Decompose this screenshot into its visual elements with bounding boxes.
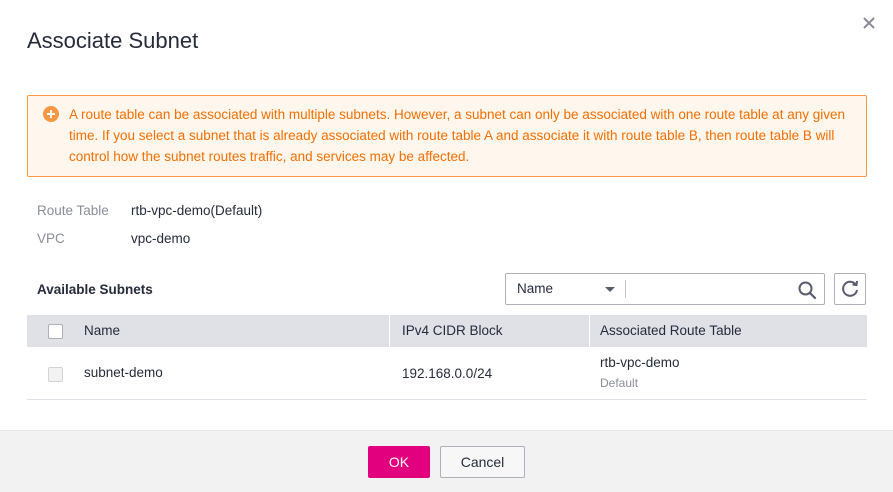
warning-plus-icon: [43, 106, 59, 122]
search-icon[interactable]: [796, 279, 818, 301]
warning-alert: A route table can be associated with mul…: [27, 95, 867, 177]
associated-route-table: rtb-vpc-demo: [600, 355, 680, 370]
available-subnets-title: Available Subnets: [37, 282, 153, 297]
subnet-name: subnet-demo: [84, 365, 163, 380]
close-icon[interactable]: [862, 14, 876, 32]
route-table-label: Route Table: [37, 203, 109, 218]
filter-field-value: Name: [517, 281, 554, 296]
filter-field-select[interactable]: Name: [506, 274, 625, 304]
associate-subnet-dialog: Associate Subnet A route table can be as…: [0, 0, 893, 492]
table-row: subnet-demo 192.168.0.0/24 rtb-vpc-demo …: [27, 347, 867, 400]
cancel-button[interactable]: Cancel: [440, 446, 525, 478]
column-divider: [389, 315, 390, 347]
column-name: Name: [84, 323, 121, 338]
dialog-title: Associate Subnet: [27, 28, 199, 53]
subnet-cidr: 192.168.0.0/24: [402, 366, 493, 381]
table-header: Name IPv4 CIDR Block Associated Route Ta…: [27, 315, 867, 347]
alert-text: A route table can be associated with mul…: [69, 107, 845, 164]
column-divider: [589, 315, 590, 347]
subnet-search: Name: [505, 273, 825, 305]
chevron-down-icon: [605, 287, 615, 292]
refresh-icon: [835, 280, 865, 308]
vpc-value: vpc-demo: [131, 231, 191, 246]
dialog-footer: OK Cancel: [0, 430, 893, 492]
vpc-label: VPC: [37, 231, 65, 246]
route-table-value: rtb-vpc-demo(Default): [131, 203, 263, 218]
route-table-default-tag: Default: [600, 376, 639, 390]
search-input[interactable]: [629, 277, 789, 301]
search-divider: [625, 280, 626, 298]
column-route-table: Associated Route Table: [600, 323, 742, 338]
column-cidr: IPv4 CIDR Block: [402, 323, 503, 338]
ok-button[interactable]: OK: [368, 446, 430, 478]
row-checkbox[interactable]: [48, 367, 63, 382]
select-all-checkbox[interactable]: [48, 324, 63, 339]
refresh-button[interactable]: [834, 273, 866, 305]
